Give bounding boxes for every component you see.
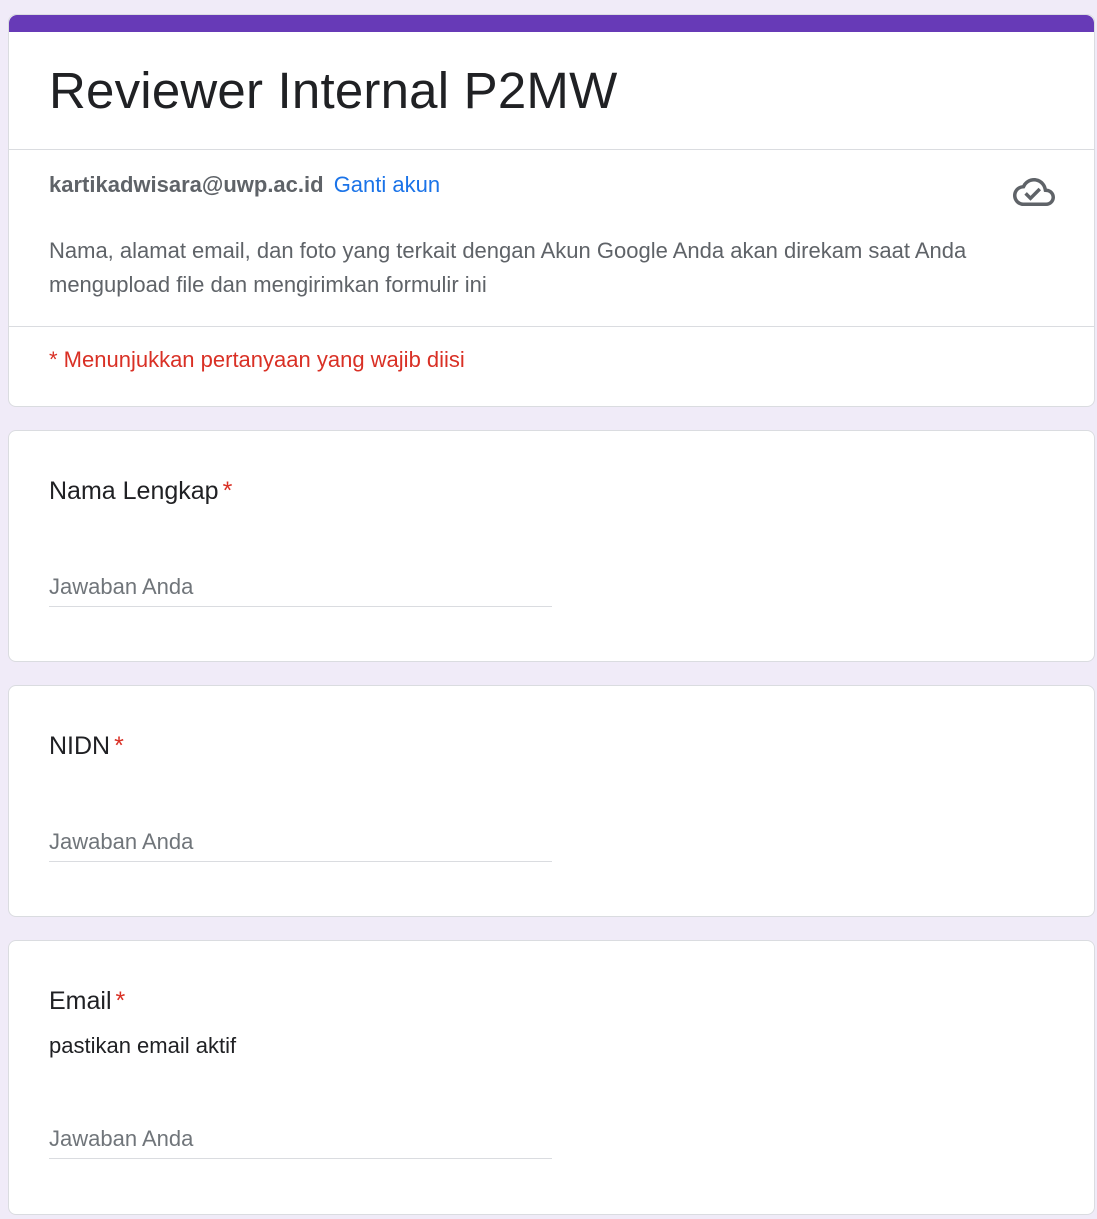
form-title: Reviewer Internal P2MW [49,62,618,119]
switch-account-link[interactable]: Ganti akun [334,172,440,197]
recording-notice: Nama, alamat email, dan foto yang terkai… [49,238,967,297]
email-input[interactable] [49,1119,552,1159]
required-asterisk: * [114,732,124,760]
account-row: kartikadwisara@uwp.ac.id Ganti akun [49,171,440,199]
question-label: NIDN [49,732,111,760]
nidn-input[interactable] [49,822,552,862]
header-divider [9,149,1094,150]
question-description: pastikan email aktif [49,1033,237,1058]
cloud-check-icon[interactable] [1013,171,1055,213]
question-label: Email [49,987,112,1015]
required-legend: * Menunjukkan pertanyaan yang wajib diis… [49,347,465,372]
required-asterisk: * [222,477,233,505]
question-card-email: Email * pastikan email aktif [8,940,1095,1215]
notice-divider [9,326,1094,327]
account-email: kartikadwisara@uwp.ac.id [49,172,324,197]
question-card-nama-lengkap: Nama Lengkap * [8,430,1095,662]
question-card-nidn: NIDN * [8,685,1095,917]
form-accent-bar [9,15,1094,32]
nama-lengkap-input[interactable] [49,567,552,607]
question-title: Email * [49,985,125,1017]
question-title: Nama Lengkap * [49,475,232,507]
form-header-card: Reviewer Internal P2MW kartikadwisara@uw… [8,14,1095,407]
required-asterisk: * [115,987,126,1015]
question-title: NIDN * [49,730,124,762]
question-label: Nama Lengkap [49,477,219,505]
